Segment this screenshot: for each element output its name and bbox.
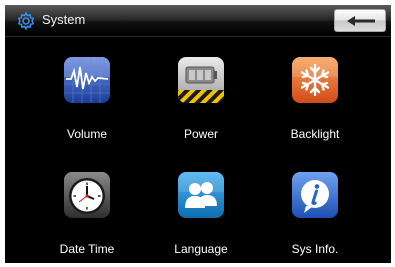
menu-item-volume[interactable]: Volume: [41, 57, 131, 157]
page-title: System: [42, 12, 86, 27]
menu-item-label: Sys Info.: [291, 242, 339, 256]
battery-icon: [178, 57, 224, 103]
menu-item-label: Power: [183, 127, 218, 141]
menu-item-backlight[interactable]: Backlight: [269, 57, 359, 157]
menu-item-label: Language: [174, 242, 228, 256]
menu-item-label: Backlight: [290, 127, 340, 141]
info-icon: [292, 172, 338, 218]
gear-icon: [16, 11, 36, 31]
menu-item-sys-info[interactable]: Sys Info.: [269, 172, 359, 263]
back-button[interactable]: [334, 9, 386, 32]
snowflake-icon: [292, 57, 338, 103]
menu-item-date-time[interactable]: Date Time: [41, 172, 131, 263]
title-bar: System: [5, 5, 391, 37]
menu-item-label: Volume: [66, 127, 108, 141]
menu-item-power[interactable]: Power: [155, 57, 245, 157]
screen: System Volume Power Backlight Date Time …: [5, 5, 391, 263]
menu-item-language[interactable]: Language: [155, 172, 245, 263]
volume-icon: [64, 57, 110, 103]
clock-icon: [64, 172, 110, 218]
people-icon: [178, 172, 224, 218]
back-arrow-icon: [347, 16, 375, 26]
menu-item-label: Date Time: [59, 242, 115, 256]
